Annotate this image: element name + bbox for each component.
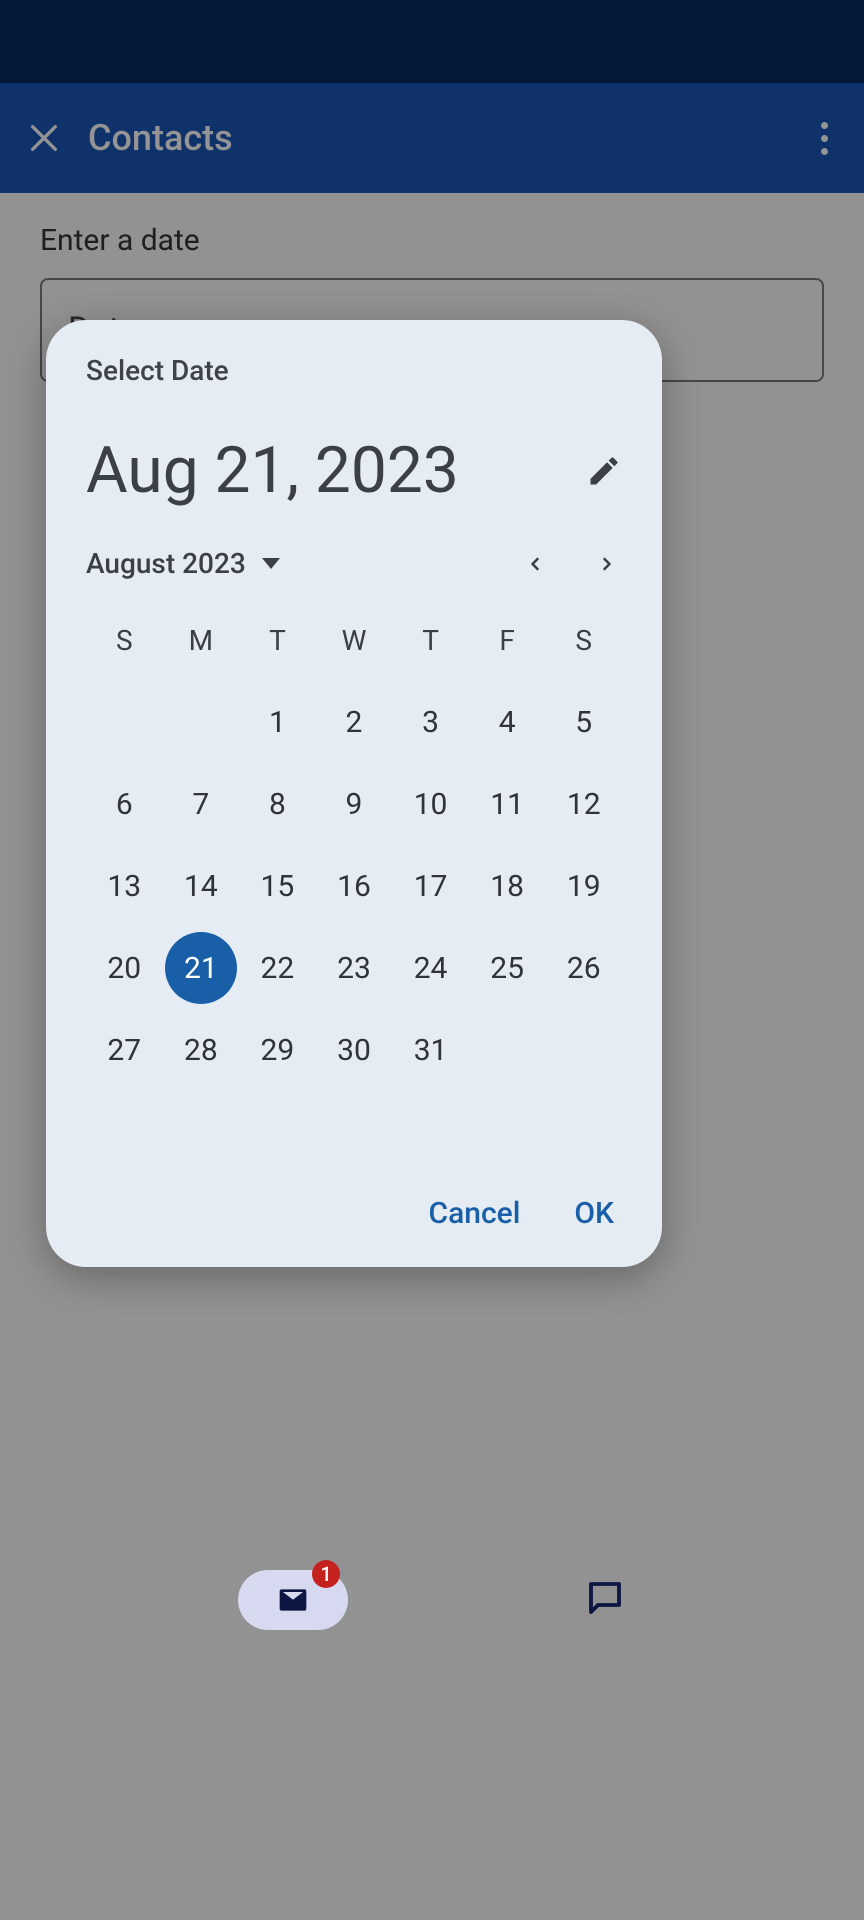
calendar-day[interactable]: 19	[545, 850, 622, 922]
calendar-day[interactable]: 2	[316, 686, 393, 758]
prev-month-button[interactable]	[520, 549, 550, 579]
chat-tab[interactable]	[584, 1577, 626, 1623]
weekday-header: T	[239, 604, 316, 676]
calendar-day[interactable]: 4	[469, 686, 546, 758]
calendar-day[interactable]: 21	[165, 932, 237, 1004]
calendar-day[interactable]: 28	[163, 1014, 240, 1086]
mail-icon	[273, 1584, 313, 1616]
calendar-day[interactable]: 11	[469, 768, 546, 840]
selected-date-headline: Aug 21, 2023	[86, 439, 459, 503]
calendar-day[interactable]: 17	[392, 850, 469, 922]
calendar-day[interactable]: 26	[545, 932, 622, 1004]
chat-bubble-icon	[584, 1577, 626, 1619]
calendar-day[interactable]: 18	[469, 850, 546, 922]
switch-to-text-input-button[interactable]	[586, 453, 622, 489]
calendar-day[interactable]: 15	[239, 850, 316, 922]
month-year-label: August 2023	[86, 547, 246, 580]
dialog-title: Select Date	[86, 354, 622, 387]
calendar-day[interactable]: 7	[163, 768, 240, 840]
calendar-day[interactable]: 23	[316, 932, 393, 1004]
calendar-day[interactable]: 30	[316, 1014, 393, 1086]
weekday-header: W	[316, 604, 393, 676]
chevron-right-icon	[597, 550, 617, 578]
calendar-day[interactable]: 29	[239, 1014, 316, 1086]
mail-tab[interactable]: 1	[238, 1570, 348, 1630]
calendar-day[interactable]: 31	[392, 1014, 469, 1086]
chevron-left-icon	[525, 550, 545, 578]
calendar-day[interactable]: 16	[316, 850, 393, 922]
pencil-icon	[586, 453, 622, 489]
calendar-day[interactable]: 20	[86, 932, 163, 1004]
calendar-day[interactable]: 10	[392, 768, 469, 840]
calendar-day[interactable]: 5	[545, 686, 622, 758]
ok-button[interactable]: OK	[574, 1196, 614, 1231]
calendar-day[interactable]: 22	[239, 932, 316, 1004]
cancel-button[interactable]: Cancel	[429, 1196, 521, 1231]
dropdown-arrow-icon	[262, 558, 280, 569]
weekday-header: F	[469, 604, 546, 676]
calendar-grid: SMTWTFS123456789101112131415161718192021…	[86, 604, 622, 1086]
calendar-day[interactable]: 24	[392, 932, 469, 1004]
weekday-header: S	[545, 604, 622, 676]
calendar-day[interactable]: 27	[86, 1014, 163, 1086]
date-picker-dialog: Select Date Aug 21, 2023 August 2023 SMT…	[46, 320, 662, 1267]
calendar-day[interactable]: 1	[239, 686, 316, 758]
weekday-header: M	[163, 604, 240, 676]
calendar-day[interactable]: 25	[469, 932, 546, 1004]
next-month-button[interactable]	[592, 549, 622, 579]
bottom-nav: 1	[0, 1540, 864, 1660]
calendar-day[interactable]: 8	[239, 768, 316, 840]
month-year-selector[interactable]: August 2023	[86, 547, 280, 580]
calendar-day[interactable]: 3	[392, 686, 469, 758]
calendar-day[interactable]: 12	[545, 768, 622, 840]
calendar-day[interactable]: 14	[163, 850, 240, 922]
weekday-header: T	[392, 604, 469, 676]
calendar-day[interactable]: 6	[86, 768, 163, 840]
calendar-day[interactable]: 9	[316, 768, 393, 840]
weekday-header: S	[86, 604, 163, 676]
mail-badge: 1	[312, 1560, 340, 1588]
calendar-day[interactable]: 13	[86, 850, 163, 922]
